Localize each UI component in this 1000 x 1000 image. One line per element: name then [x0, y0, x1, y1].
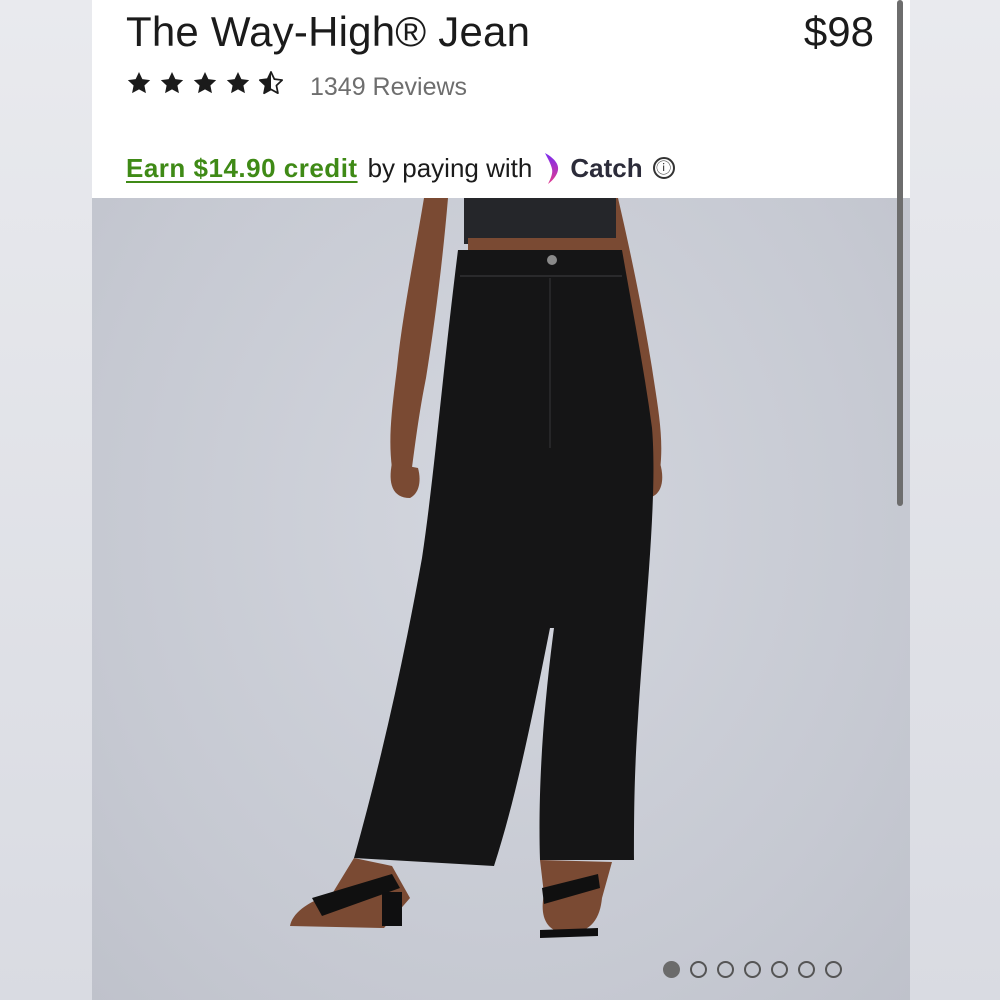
- product-price: $98: [803, 8, 874, 55]
- catch-logo-icon: [545, 153, 559, 184]
- carousel-dot[interactable]: [825, 961, 842, 978]
- star-icon: [126, 70, 152, 96]
- star-icon: [192, 70, 218, 96]
- reviews-link[interactable]: 1349 Reviews: [310, 73, 467, 102]
- scrollbar[interactable]: [897, 0, 903, 506]
- catch-credit-line: Earn $14.90 credit by paying with Catch …: [126, 150, 675, 186]
- carousel-dot[interactable]: [798, 961, 815, 978]
- carousel-dot[interactable]: [717, 961, 734, 978]
- catch-brand-name: Catch: [570, 152, 643, 183]
- carousel-dots: [663, 961, 842, 978]
- product-header: The Way-High® Jean $98 1349 Reviews Earn…: [92, 0, 910, 198]
- paying-with-text: by paying with: [367, 152, 533, 183]
- product-image[interactable]: [92, 198, 910, 1000]
- carousel-dot[interactable]: [771, 961, 788, 978]
- rating-stars[interactable]: [126, 70, 284, 96]
- product-card: The Way-High® Jean $98 1349 Reviews Earn…: [92, 0, 910, 1000]
- star-half-icon: [258, 70, 284, 96]
- info-icon[interactable]: ⓘ: [652, 157, 675, 179]
- star-icon: [225, 70, 251, 96]
- product-title: The Way-High® Jean: [126, 8, 531, 55]
- carousel-dot[interactable]: [690, 961, 707, 978]
- carousel-dot[interactable]: [663, 961, 680, 978]
- model-illustration: [290, 198, 663, 938]
- earn-credit-link[interactable]: Earn $14.90 credit: [126, 153, 358, 184]
- star-icon: [159, 70, 185, 96]
- carousel-dot[interactable]: [744, 961, 761, 978]
